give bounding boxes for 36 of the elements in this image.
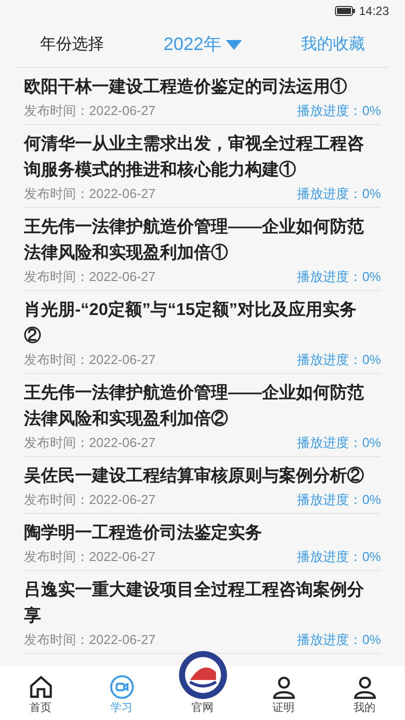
nav-tab[interactable]: 我的 — [334, 674, 394, 716]
home-icon — [28, 674, 54, 700]
publish-date: 发布时间：2022-06-27 — [24, 434, 156, 452]
course-title[interactable]: 肖光朋-“20定额”与“15定额”对比及应用实务② — [24, 297, 381, 349]
video-icon — [108, 674, 134, 700]
publish-date: 发布时间：2022-06-27 — [24, 548, 156, 566]
publish-date: 发布时间：2022-06-27 — [24, 631, 156, 649]
course-title[interactable]: 吕逸实一重大建设项目全过程工程咨询案例分享 — [24, 577, 381, 629]
publish-date: 发布时间：2022-06-27 — [24, 102, 156, 120]
play-progress: 播放进度：0% — [297, 349, 381, 370]
course-title[interactable]: 吴佐民一建设工程结算审核原则与案例分析② — [24, 463, 381, 489]
publish-date: 发布时间：2022-06-27 — [24, 491, 156, 509]
play-progress: 播放进度：0% — [297, 183, 381, 204]
course-title[interactable]: 何清华一从业主需求出发，审视全过程工程咨询服务模式的推进和核心能力构建① — [24, 131, 381, 183]
year-select-label: 年份选择 — [40, 34, 104, 54]
caret-icon — [226, 40, 242, 50]
publish-date: 发布时间：2022-06-27 — [24, 268, 156, 286]
battery-icon — [334, 6, 355, 16]
course-title[interactable]: 陶学明一工程造价司法鉴定实务 — [24, 520, 381, 546]
course-title[interactable]: 王先伟一法律护航造价管理——企业如何防范法律风险和实现盈利加倍① — [24, 214, 381, 266]
publish-date: 发布时间：2022-06-27 — [24, 351, 156, 369]
person-icon — [352, 674, 378, 700]
person-icon — [270, 674, 296, 700]
play-progress: 播放进度：0% — [297, 266, 381, 287]
play-progress: 播放进度：0% — [297, 546, 381, 567]
status-time: 14:23 — [358, 3, 389, 20]
course-title[interactable]: 欧阳干林一建设工程造价鉴定的司法运用① — [24, 74, 381, 100]
publish-date: 发布时间：2022-06-27 — [24, 185, 156, 203]
nav-tab[interactable]: 首页 — [10, 674, 70, 716]
play-progress: 播放进度：0% — [297, 100, 381, 121]
play-progress: 播放进度：0% — [297, 629, 381, 650]
nav-tab[interactable]: 官网 — [172, 650, 232, 716]
nav-tab[interactable]: 证明 — [254, 674, 314, 716]
play-progress: 播放进度：0% — [297, 432, 381, 453]
play-progress: 播放进度：0% — [297, 489, 381, 510]
course-title[interactable]: 王先伟一法律护航造价管理——企业如何防范法律风险和实现盈利加倍② — [24, 380, 381, 432]
